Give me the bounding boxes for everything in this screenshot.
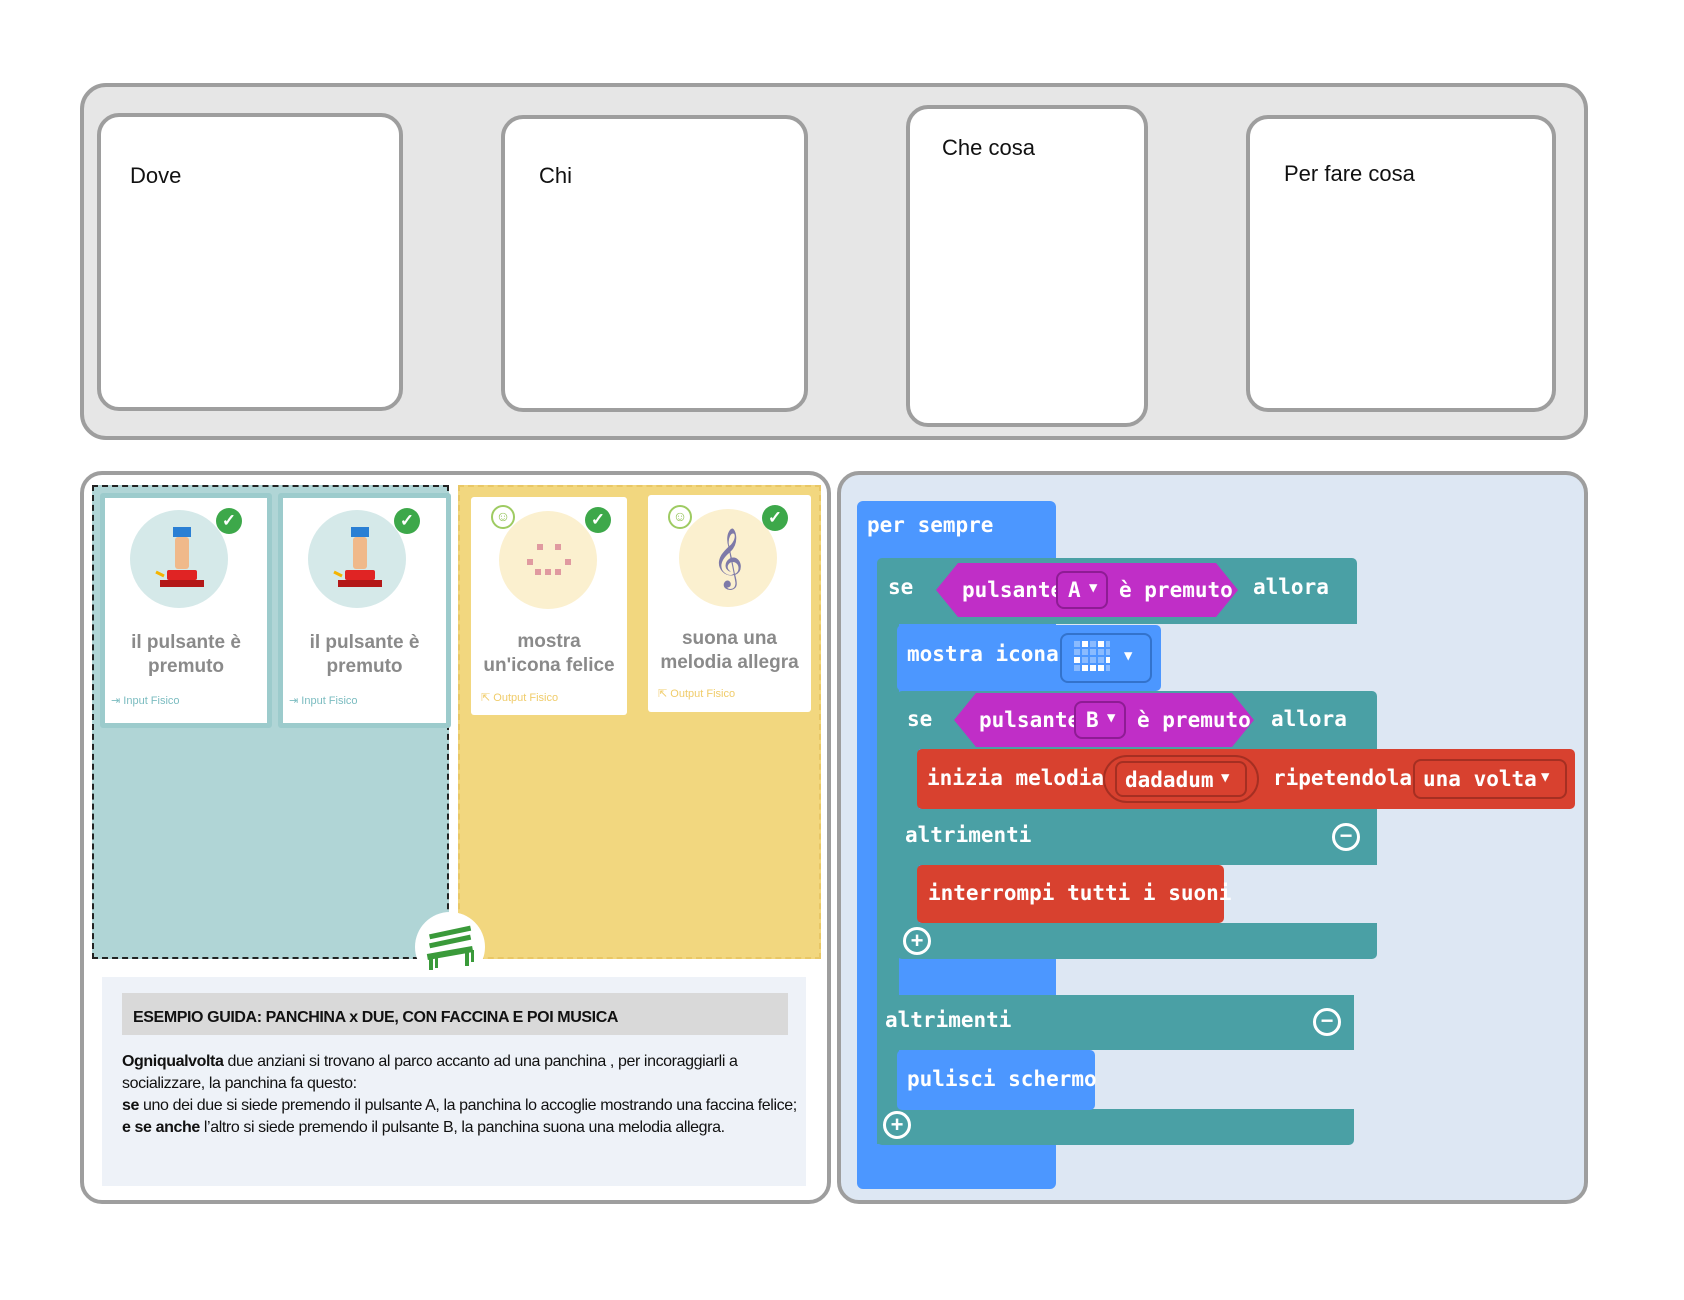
card-illustration: 𝄞 (679, 509, 777, 607)
repeat-dropdown[interactable]: una volta ▼ (1413, 759, 1567, 799)
button-1-label: pulsante (962, 578, 1064, 602)
card-tag: ⇥ Input Fisico (111, 695, 180, 707)
input-icon: ⇥ (289, 695, 302, 707)
card-play-happy-melody[interactable]: ☺ 𝄞 ✓ suona una melodia allegra ⇱ Output… (648, 495, 811, 712)
forever-label: per sempre (867, 513, 994, 537)
chevron-down-icon: ▼ (1541, 769, 1550, 785)
happy-face-icon (527, 544, 571, 575)
card-tag: ⇱ Output Fisico (481, 692, 559, 704)
finger-press-icon (333, 527, 382, 587)
led-grid-icon (1074, 641, 1110, 671)
plus-icon[interactable]: + (903, 927, 931, 955)
show-icon-block[interactable]: mostra icona ▼ (897, 625, 1161, 691)
check-icon: ✓ (762, 505, 788, 531)
start-melody-block[interactable]: inizia melodia dadadum ▼ ripetendola una… (917, 749, 1575, 809)
che-cosa-label: Che cosa (942, 135, 1035, 160)
guide-heading: ESEMPIO GUIDA: PANCHINA x DUE, CON FACCI… (133, 1009, 619, 1026)
if-block-1-else[interactable]: altrimenti − (877, 995, 1354, 1050)
context-panel: Dove Chi Che cosa Per fare cosa (80, 83, 1588, 440)
button-a-dropdown[interactable]: A ▼ (1056, 571, 1108, 609)
then-2-label: allora (1271, 707, 1347, 731)
card-title: il pulsante è premuto (309, 632, 420, 677)
che-cosa-box[interactable]: Che cosa (906, 105, 1148, 427)
then-1-label: allora (1253, 575, 1329, 599)
melody-dropdown[interactable]: dadadum ▼ (1115, 761, 1247, 797)
pressed-2-label: è premuto (1137, 708, 1251, 732)
dove-box[interactable]: Dove (97, 113, 403, 411)
check-icon: ✓ (216, 508, 242, 534)
plus-icon[interactable]: + (883, 1111, 911, 1139)
guide-text: Ogniqualvolta due anziani si trovano al … (122, 1051, 802, 1139)
button-b-dropdown[interactable]: B ▼ (1074, 701, 1126, 739)
show-icon-label: mostra icona (907, 642, 1059, 666)
chevron-down-icon: ▼ (1089, 580, 1098, 596)
repeat-label: ripetendola (1273, 766, 1413, 790)
card-button-pressed-2[interactable]: ✓ il pulsante è premuto ⇥ Input Fisico (278, 493, 451, 728)
icon-dropdown[interactable]: ▼ (1060, 633, 1152, 683)
treble-clef-icon: 𝄞 (713, 528, 744, 590)
chevron-down-icon: ▼ (1221, 770, 1230, 786)
cards-panel: ✓ il pulsante è premuto ⇥ Input Fisico ✓… (80, 471, 831, 1204)
card-illustration (308, 510, 406, 608)
else-2-label: altrimenti (905, 823, 1032, 847)
input-icon: ⇥ (111, 695, 124, 707)
if-block-1-footer: + (877, 1109, 1354, 1145)
card-title: il pulsante è premuto (131, 632, 241, 677)
card-title: suona una melodia allegra (660, 628, 799, 673)
chevron-down-icon: ▼ (1107, 710, 1116, 726)
bench-icon (415, 912, 485, 982)
card-illustration (499, 511, 597, 609)
guide-paragraph-3: e se anche l’altro si siede premendo il … (122, 1119, 725, 1136)
card-button-pressed-1[interactable]: ✓ il pulsante è premuto ⇥ Input Fisico (100, 493, 272, 728)
check-icon: ✓ (394, 508, 420, 534)
check-icon: ✓ (585, 507, 611, 533)
minus-icon[interactable]: − (1313, 1008, 1341, 1036)
output-icon: ⇱ (481, 692, 494, 704)
else-1-label: altrimenti (885, 1008, 1012, 1032)
melody-dropdown-outer: dadadum ▼ (1103, 755, 1259, 803)
card-illustration (130, 510, 228, 608)
guide-paragraph-2: se uno dei due si siede premendo il puls… (122, 1097, 797, 1114)
if-2-label: se (907, 707, 933, 731)
button-b-pressed-block[interactable]: pulsante B ▼ è premuto (954, 693, 1254, 747)
button-a-pressed-block[interactable]: pulsante A ▼ è premuto (936, 563, 1238, 617)
pressed-1-label: è premuto (1119, 578, 1233, 602)
button-2-label: pulsante (979, 708, 1081, 732)
guide-heading-bar: ESEMPIO GUIDA: PANCHINA x DUE, CON FACCI… (122, 993, 788, 1035)
output-icon: ⇱ (658, 688, 671, 700)
card-title: mostra un'icona felice (483, 631, 615, 676)
card-show-happy-icon[interactable]: ☺ ✓ mostra un'icona felice ⇱ Output Fisi… (471, 497, 627, 715)
guide-paragraph-1: Ogniqualvolta due anziani si trovano al … (122, 1053, 738, 1092)
per-fare-cosa-label: Per fare cosa (1284, 161, 1415, 186)
stop-all-sounds-block[interactable]: interrompi tutti i suoni (917, 865, 1231, 923)
chi-box[interactable]: Chi (501, 115, 808, 412)
chevron-down-icon: ▼ (1124, 648, 1133, 664)
finger-press-icon (155, 527, 204, 587)
clear-screen-block[interactable]: pulisci schermo (897, 1050, 1097, 1110)
if-1-label: se (888, 575, 914, 599)
guide-box: ESEMPIO GUIDA: PANCHINA x DUE, CON FACCI… (102, 977, 806, 1186)
if-block-1-body (877, 624, 899, 1144)
if-block-2-footer: + (897, 923, 1377, 959)
dove-label: Dove (130, 163, 182, 188)
if-block-2-else[interactable]: altrimenti − (897, 809, 1377, 865)
stop-sounds-label: interrompi tutti i suoni (928, 881, 1232, 905)
per-fare-cosa-box[interactable]: Per fare cosa (1246, 115, 1556, 412)
chi-label: Chi (539, 163, 573, 188)
minus-icon[interactable]: − (1332, 823, 1360, 851)
start-melody-label: inizia melodia (927, 766, 1105, 790)
svg-text:𝄞: 𝄞 (713, 528, 744, 590)
code-panel: per sempre altrimenti − + se pulsante A … (837, 471, 1588, 1204)
card-tag: ⇱ Output Fisico (658, 688, 736, 700)
card-tag: ⇥ Input Fisico (289, 695, 358, 707)
clear-screen-label: pulisci schermo (907, 1067, 1097, 1091)
